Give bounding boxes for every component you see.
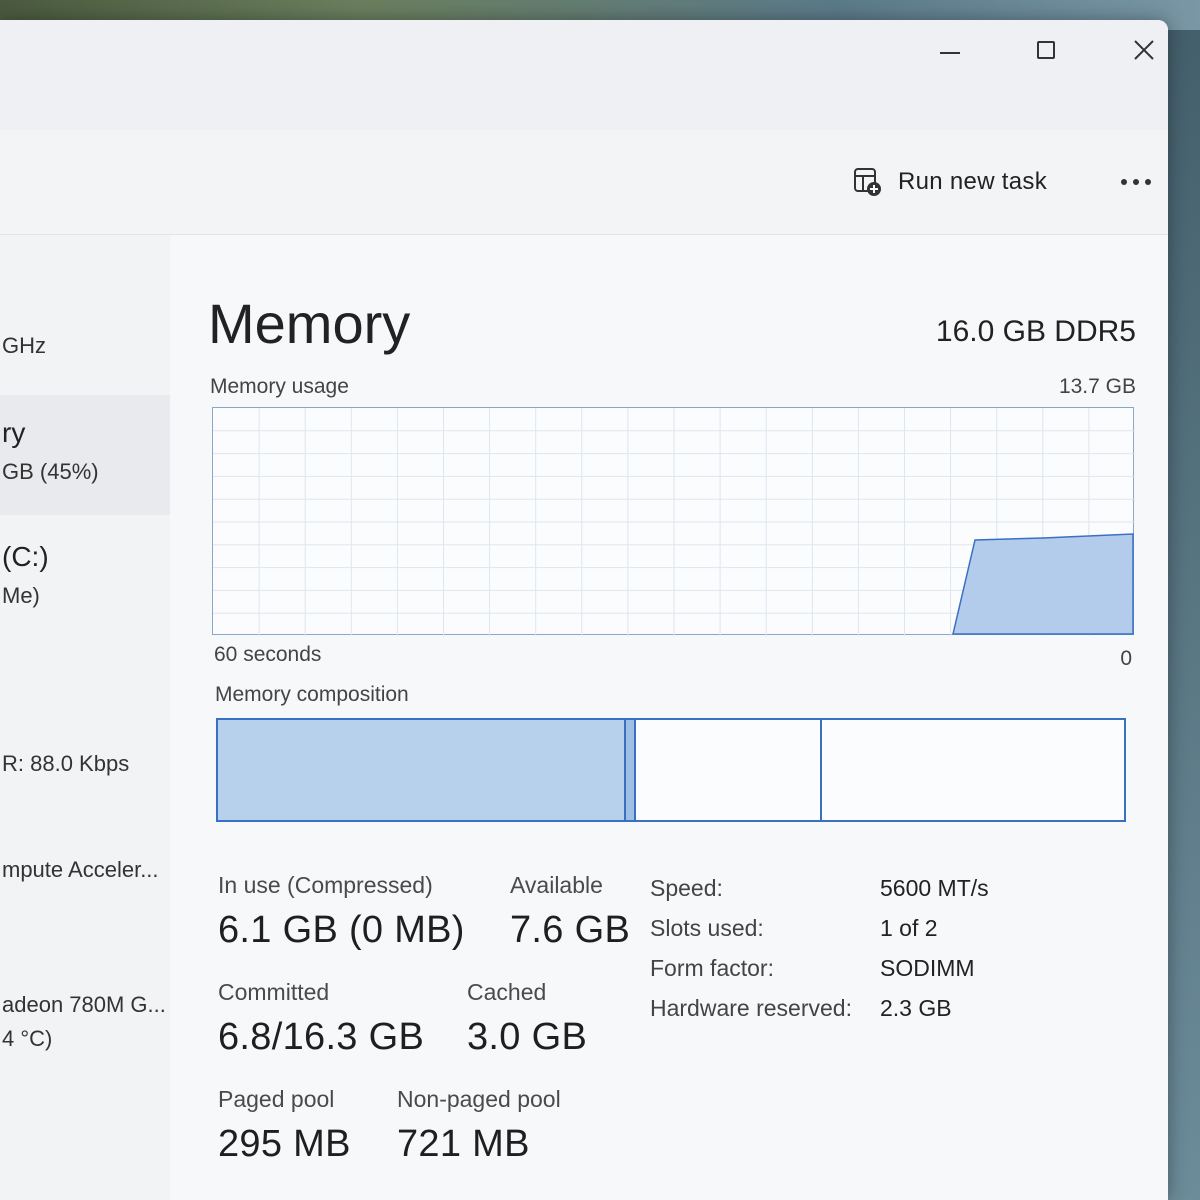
toolbar: Run new task (0, 130, 1168, 235)
spec-key: Hardware reserved: (650, 995, 852, 1021)
stat-label: Available (510, 872, 603, 898)
stat-value: 3.0 GB (467, 1016, 588, 1058)
sidebar-item-detail: GB (45%) (2, 459, 99, 484)
graph-time-span: 60 seconds (214, 643, 322, 666)
stat-committed: Committed 6.8/16.3 GB (218, 979, 424, 1059)
stat-cached: Cached 3.0 GB (467, 979, 587, 1059)
sidebar-item-title: (C:) (2, 541, 49, 572)
stat-label: In use (Compressed) (218, 872, 433, 898)
spec-key: Slots used: (650, 915, 764, 941)
close-button[interactable] (1114, 28, 1168, 72)
stat-value: 6.1 GB (0 MB) (218, 909, 465, 951)
composition-standby (636, 720, 822, 820)
sidebar-item-detail: R: 88.0 Kbps (2, 751, 130, 776)
sidebar-item-detail: Me) (2, 583, 40, 608)
page-title: Memory (208, 292, 411, 355)
sidebar-item-disk[interactable]: (C:) Me) (0, 525, 170, 625)
memory-usage-chart (213, 408, 1135, 636)
minimize-button[interactable] (920, 28, 980, 72)
memory-usage-label: Memory usage (210, 375, 349, 398)
composition-in-use (218, 720, 626, 820)
stat-value: 295 MB (218, 1123, 351, 1165)
stat-available: Available 7.6 GB (510, 872, 630, 952)
sidebar-item-title: ry (2, 417, 26, 448)
memory-usage-area (952, 533, 1134, 635)
stat-value: 6.8/16.3 GB (218, 1016, 425, 1058)
sidebar-item-detail: adeon 780M G... (2, 992, 166, 1017)
graph-axis-zero: 0 (1120, 647, 1132, 670)
sidebar-item-memory[interactable]: ry GB (45%) (0, 395, 170, 515)
more-options-icon-dot (1133, 179, 1139, 185)
composition-free (822, 720, 1124, 820)
stat-label: Committed (218, 979, 330, 1005)
stat-value: 7.6 GB (510, 909, 631, 951)
memory-composition-bar (216, 718, 1126, 822)
stat-in-use: In use (Compressed) 6.1 GB (0 MB) (218, 872, 465, 952)
performance-sidebar: GHz ry GB (45%) (C:) Me) R: 88.0 Kbps mp… (0, 235, 170, 1200)
sidebar-item-cpu[interactable]: GHz (0, 315, 170, 375)
stat-label: Non-paged pool (397, 1086, 561, 1112)
minimize-icon (940, 52, 960, 54)
maximize-button[interactable] (1016, 28, 1076, 72)
more-options-button[interactable] (1110, 160, 1162, 204)
task-manager-window: Run new task GHz ry GB (45%) (C:) Me) R:… (0, 20, 1168, 1200)
sidebar-item-detail: 4 °C) (2, 1026, 53, 1051)
more-options-icon-dot (1145, 179, 1151, 185)
stat-label: Cached (467, 979, 547, 1005)
title-bar (0, 20, 1168, 130)
spec-value: 5600 MT/s (880, 875, 989, 901)
composition-modified (626, 720, 636, 820)
close-icon (1134, 40, 1154, 60)
maximize-icon (1037, 41, 1055, 59)
memory-spec: 16.0 GB DDR5 (935, 315, 1136, 348)
spec-value: 2.3 GB (880, 995, 952, 1021)
more-options-icon (1121, 179, 1127, 185)
spec-key: Form factor: (650, 955, 774, 981)
stat-value: 721 MB (397, 1123, 530, 1165)
run-new-task-label: Run new task (898, 168, 1048, 195)
memory-panel: Memory 16.0 GB DDR5 Memory usage 13.7 GB… (170, 235, 1168, 1200)
memory-usage-max: 13.7 GB (1058, 375, 1136, 398)
stat-paged-pool: Paged pool 295 MB (218, 1086, 351, 1166)
memory-usage-graph (212, 407, 1135, 636)
sidebar-item-detail: mpute Acceler... (2, 857, 159, 882)
run-task-icon (854, 168, 881, 196)
sidebar-item-detail: GHz (2, 333, 46, 358)
spec-value: SODIMM (880, 955, 975, 981)
sidebar-item-gpu[interactable]: adeon 780M G... 4 °C) (0, 980, 170, 1070)
sidebar-item-network[interactable]: R: 88.0 Kbps (0, 735, 170, 795)
stat-label: Paged pool (218, 1086, 335, 1112)
memory-composition-label: Memory composition (215, 683, 409, 706)
spec-key: Speed: (650, 875, 723, 901)
run-new-task-button[interactable]: Run new task (852, 160, 1047, 204)
sidebar-item-npu[interactable]: mpute Acceler... (0, 845, 170, 905)
stat-nonpaged-pool: Non-paged pool 721 MB (397, 1086, 561, 1166)
spec-value: 1 of 2 (880, 915, 938, 941)
